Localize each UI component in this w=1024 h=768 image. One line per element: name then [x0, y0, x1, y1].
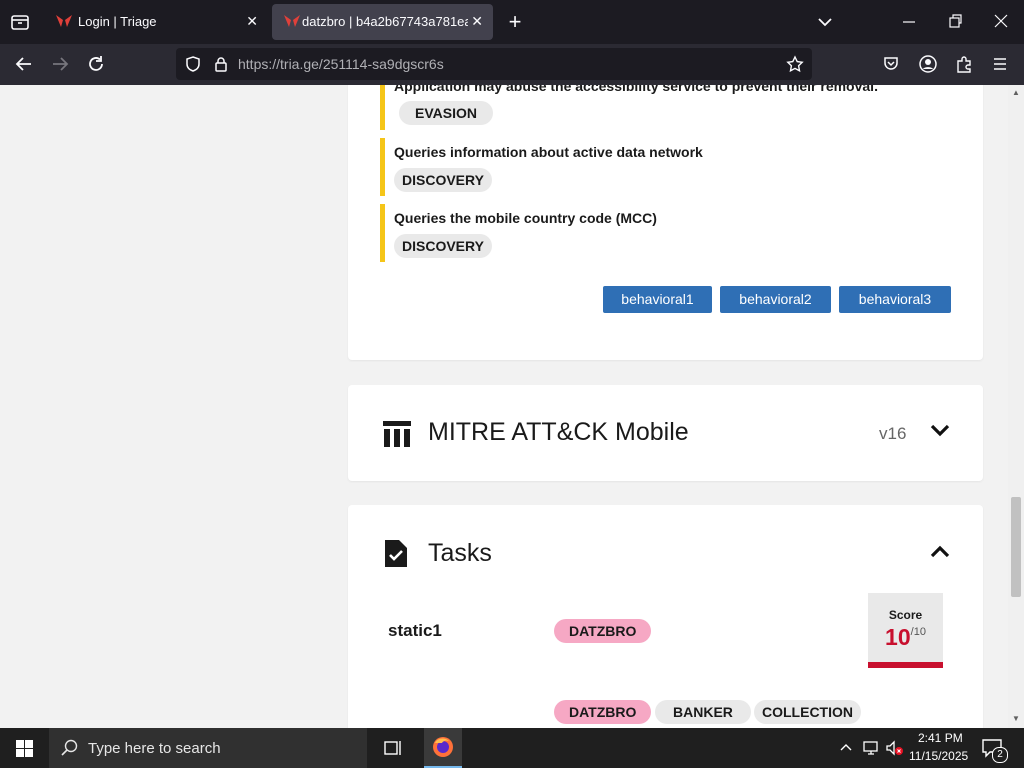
minimize-icon[interactable]: [900, 12, 918, 35]
task-tag: COLLECTION: [754, 700, 861, 724]
mitre-title: MITRE ATT&CK Mobile: [428, 418, 689, 446]
scrollbar-thumb[interactable]: [1011, 497, 1021, 597]
page-scrollbar[interactable]: ▲ ▼: [1008, 85, 1024, 728]
score-box: Score 10/10: [868, 593, 943, 668]
signature-tag: EVASION: [399, 101, 493, 125]
signature-item[interactable]: Application may abuse the accessibility …: [380, 85, 950, 130]
menu-icon[interactable]: [985, 49, 1015, 79]
close-window-icon[interactable]: [992, 12, 1010, 35]
scroll-up-icon[interactable]: ▲: [1012, 88, 1020, 97]
mitre-version: v16: [879, 424, 907, 443]
search-icon: [61, 739, 79, 761]
signature-item[interactable]: Queries information about active data ne…: [380, 138, 950, 196]
tab-title: datzbro | b4a2b67743a781eaa7: [302, 14, 468, 29]
lock-icon[interactable]: [212, 55, 230, 78]
signature-tag: DISCOVERY: [394, 234, 492, 258]
triage-favicon-icon: [56, 15, 72, 32]
pocket-icon[interactable]: [876, 49, 906, 79]
score-value: 10/10: [868, 624, 943, 651]
tasks-title: Tasks: [428, 539, 492, 567]
signature-title: Queries the mobile country code (MCC): [394, 210, 657, 226]
task-tag: DATZBRO: [554, 700, 652, 724]
url-text[interactable]: https://tria.ge/251114-sa9dgscr6s: [238, 48, 444, 80]
firefox-taskbar-icon[interactable]: [424, 728, 462, 768]
behavioral2-button[interactable]: behavioral2: [720, 286, 831, 313]
close-icon[interactable]: ✕: [246, 13, 258, 30]
nav-bar: https://tria.ge/251114-sa9dgscr6s: [0, 44, 1024, 85]
triage-favicon-icon: [284, 15, 300, 32]
score-number: 10: [885, 624, 911, 650]
extensions-icon[interactable]: [949, 49, 979, 79]
tab-title: Login | Triage: [78, 14, 157, 29]
signature-item[interactable]: Queries the mobile country code (MCC) DI…: [380, 204, 950, 262]
bookmark-star-icon[interactable]: [786, 55, 804, 78]
reload-icon[interactable]: [81, 49, 111, 79]
search-placeholder: Type here to search: [88, 740, 221, 757]
tasks-card: Tasks static1 DATZBRO Score 10/10 DATZBR…: [348, 505, 983, 728]
signature-title: Queries information about active data ne…: [394, 144, 703, 160]
behavioral3-button[interactable]: behavioral3: [839, 286, 951, 313]
signatures-card: Application may abuse the accessibility …: [348, 85, 983, 360]
clock-time[interactable]: 2:41 PM: [918, 731, 963, 745]
network-icon[interactable]: [862, 739, 880, 762]
mitre-card[interactable]: MITRE ATT&CK Mobile v16: [348, 385, 983, 481]
url-path: 251114-sa9dgscr6s: [322, 56, 444, 72]
chevron-up-icon[interactable]: [929, 543, 951, 564]
behavioral1-button[interactable]: behavioral1: [603, 286, 712, 313]
clock-date[interactable]: 11/15/2025: [909, 749, 968, 763]
restore-icon[interactable]: [946, 12, 964, 35]
task-tag: BANKER: [655, 700, 751, 724]
volume-muted-icon[interactable]: [885, 739, 905, 762]
url-host: https://tria.ge/: [238, 56, 323, 72]
table-icon: [383, 421, 411, 452]
account-icon[interactable]: [913, 49, 943, 79]
page-content: Application may abuse the accessibility …: [0, 85, 1008, 728]
forward-icon[interactable]: [45, 49, 75, 79]
back-icon[interactable]: [9, 49, 39, 79]
document-check-icon: [385, 540, 407, 572]
score-label: Score: [888, 608, 923, 622]
scroll-down-icon[interactable]: ▼: [1012, 714, 1020, 723]
tab-datzbro[interactable]: datzbro | b4a2b67743a781eaa7 ✕: [272, 4, 493, 40]
tab-login[interactable]: Login | Triage ✕: [44, 4, 268, 40]
windows-start-icon[interactable]: [16, 740, 33, 762]
signature-title: Application may abuse the accessibility …: [394, 85, 878, 94]
chevron-up-icon[interactable]: [839, 740, 853, 759]
chevron-down-icon[interactable]: [929, 423, 951, 444]
task-name[interactable]: static1: [388, 621, 442, 641]
tab-bar: Login | Triage ✕ datzbro | b4a2b67743a78…: [0, 0, 1024, 44]
task-view-icon[interactable]: [383, 738, 403, 763]
task-tag: DATZBRO: [554, 619, 652, 643]
new-tab-icon[interactable]: +: [503, 10, 527, 34]
taskbar-search[interactable]: Type here to search: [49, 728, 367, 768]
score-max: /10: [910, 626, 926, 638]
chevron-down-icon[interactable]: [814, 12, 836, 37]
url-bar[interactable]: https://tria.ge/251114-sa9dgscr6s: [176, 48, 812, 80]
notification-count: 2: [992, 747, 1008, 763]
close-icon[interactable]: ✕: [471, 13, 483, 30]
windows-taskbar: Type here to search 2:41 PM 11/15/2025 2: [0, 728, 1024, 768]
signature-tag: DISCOVERY: [394, 168, 492, 192]
tab-list-icon[interactable]: [8, 10, 32, 34]
shield-icon[interactable]: [184, 55, 202, 78]
